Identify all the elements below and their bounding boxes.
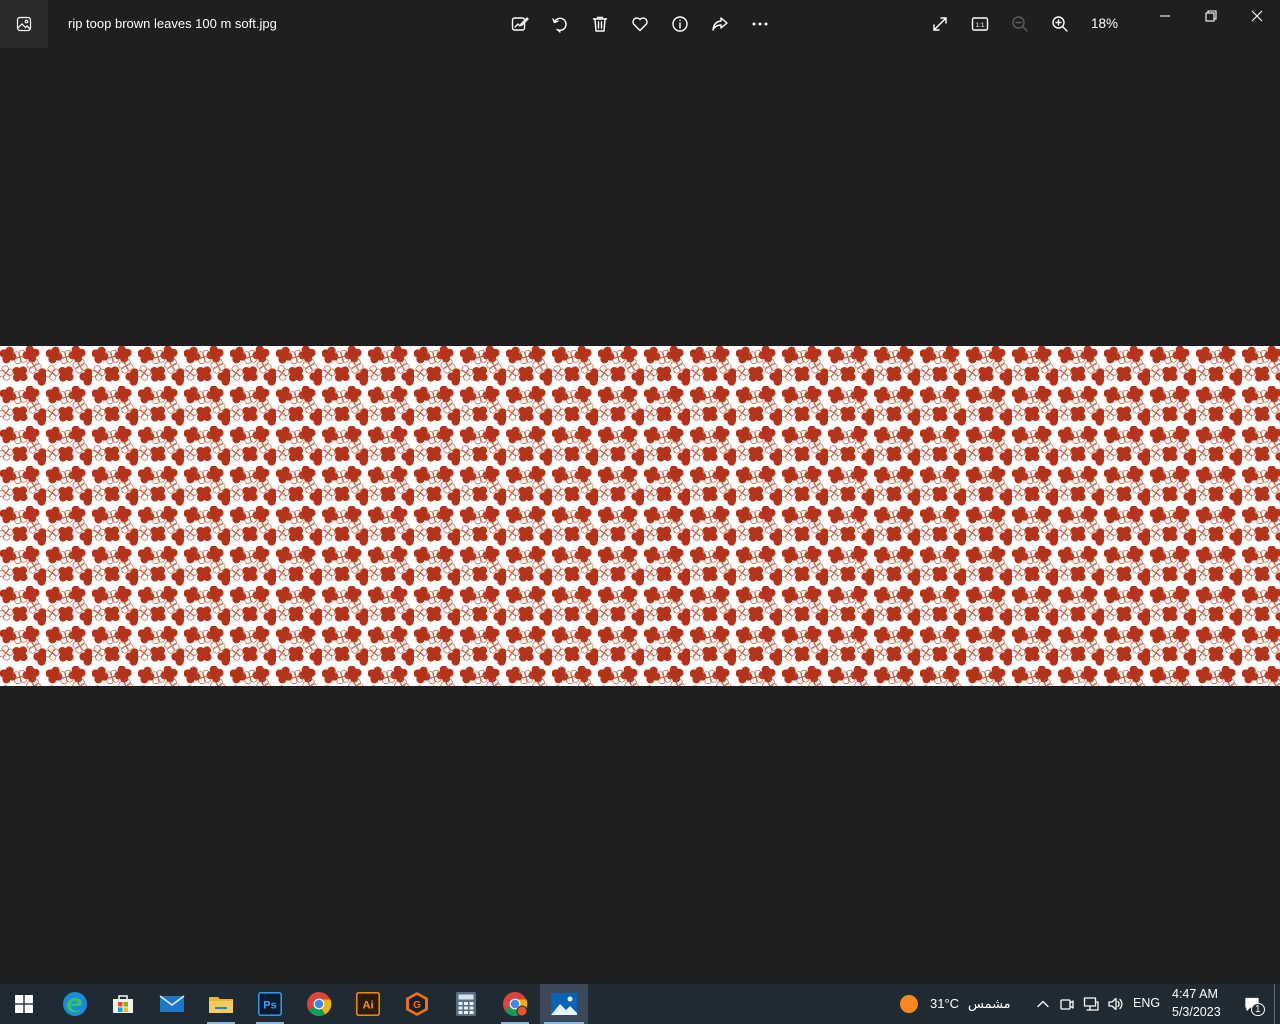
taskbar-edge[interactable]	[51, 984, 99, 1024]
rotate-icon	[552, 17, 567, 33]
volume-button[interactable]	[1105, 994, 1125, 1014]
close-button[interactable]	[1234, 0, 1280, 32]
favorite-button[interactable]	[624, 8, 656, 40]
minimize-button[interactable]	[1142, 0, 1188, 32]
weather-temperature[interactable]: 31°C	[930, 996, 959, 1011]
g-app-label: G	[413, 1000, 421, 1011]
more-icon	[752, 22, 768, 26]
show-hidden-icons-button[interactable]	[1033, 994, 1053, 1014]
more-options-button[interactable]	[744, 8, 776, 40]
chrome-icon	[307, 992, 332, 1017]
photos-icon	[551, 993, 577, 1015]
start-button[interactable]	[0, 984, 48, 1024]
photos-app-button[interactable]	[0, 0, 48, 48]
restore-icon	[1205, 10, 1217, 22]
taskbar-mail[interactable]	[148, 984, 196, 1024]
zoom-out-button[interactable]	[1004, 8, 1036, 40]
taskbar-chrome[interactable]	[295, 984, 343, 1024]
clock-time[interactable]: 4:47 AM	[1172, 987, 1218, 1001]
displayed-photo	[0, 346, 1280, 686]
edit-image-button[interactable]	[504, 8, 536, 40]
zoom-level-label[interactable]: 18%	[1091, 16, 1118, 31]
edit-image-icon	[511, 17, 529, 31]
photos-app-icon	[16, 16, 32, 32]
input-language[interactable]: ENG	[1133, 996, 1160, 1010]
share-button[interactable]	[704, 8, 736, 40]
photoshop-icon: Ps	[258, 992, 282, 1016]
info-icon	[672, 16, 688, 32]
illustrator-icon: Ai	[356, 992, 380, 1016]
close-icon	[1251, 10, 1263, 22]
minimize-icon	[1160, 15, 1170, 17]
file-info-button[interactable]	[664, 8, 696, 40]
illustrator-label: Ai	[363, 1000, 374, 1012]
taskbar: Ps Ai G 31°C مشمس ENG 4:47 AM 5/3/2023 1	[0, 984, 1280, 1024]
taskbar-illustrator[interactable]: Ai	[344, 984, 392, 1024]
leaf-pattern-image	[0, 346, 1280, 686]
rotate-button[interactable]	[544, 8, 576, 40]
meet-now-button[interactable]	[1057, 994, 1077, 1014]
file-name-title: rip toop brown leaves 100 m soft.jpg	[68, 16, 277, 31]
zoom-in-button[interactable]	[1044, 8, 1076, 40]
network-icon	[1083, 997, 1099, 1011]
network-button[interactable]	[1081, 994, 1101, 1014]
edge-icon	[63, 992, 87, 1016]
taskbar-photoshop[interactable]: Ps	[246, 984, 294, 1024]
taskbar-file-explorer[interactable]	[197, 984, 245, 1024]
zoom-out-icon	[1012, 16, 1028, 32]
speaker-icon	[1108, 997, 1123, 1011]
chevron-up-icon	[1037, 1000, 1049, 1008]
taskbar-calculator[interactable]	[442, 984, 490, 1024]
fullscreen-button[interactable]	[924, 8, 956, 40]
notification-center-button[interactable]: 1	[1238, 994, 1266, 1016]
actual-size-text: 1:1	[975, 22, 984, 29]
title-bar: rip toop brown leaves 100 m soft.jpg 1:1…	[0, 0, 1280, 48]
mail-icon	[159, 995, 185, 1012]
fullscreen-icon	[933, 17, 947, 31]
actual-size-icon: 1:1	[971, 17, 989, 31]
taskbar-store[interactable]	[99, 984, 147, 1024]
camera-icon	[1060, 999, 1074, 1010]
taskbar-photos[interactable]	[540, 984, 588, 1024]
clock-date[interactable]: 5/3/2023	[1172, 1005, 1221, 1019]
heart-icon	[632, 17, 648, 32]
actual-size-button[interactable]: 1:1	[964, 8, 996, 40]
show-desktop-button[interactable]	[1274, 984, 1275, 1024]
taskbar-chrome-profile[interactable]	[491, 984, 539, 1024]
notification-count: 1	[1251, 1003, 1265, 1016]
windows-logo-icon	[15, 995, 33, 1013]
delete-icon	[592, 16, 608, 32]
share-icon	[712, 17, 728, 31]
image-viewer-canvas[interactable]	[0, 48, 1280, 984]
weather-condition[interactable]: مشمس	[968, 996, 1011, 1012]
restore-button[interactable]	[1188, 0, 1234, 32]
taskbar-g-app[interactable]: G	[393, 984, 441, 1024]
chrome-icon	[503, 992, 528, 1017]
folder-icon	[209, 997, 233, 1013]
g-app-icon: G	[406, 992, 428, 1016]
photoshop-label: Ps	[263, 1000, 276, 1012]
weather-sun-icon[interactable]	[899, 994, 919, 1014]
zoom-in-icon	[1052, 16, 1068, 32]
calculator-icon	[456, 992, 476, 1016]
delete-button[interactable]	[584, 8, 616, 40]
store-icon	[113, 995, 133, 1013]
